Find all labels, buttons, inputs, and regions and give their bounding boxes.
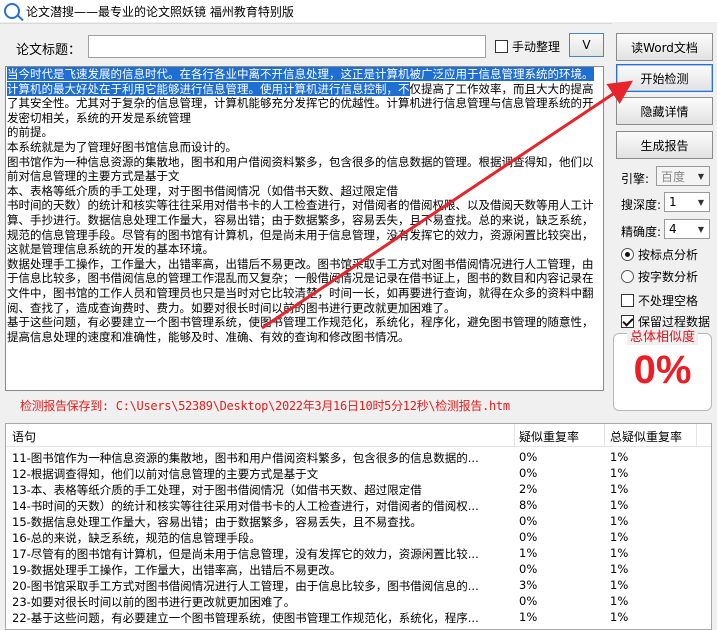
cell-total-similarity: 1% <box>610 594 629 608</box>
table-row[interactable]: 17-尽管有的图书馆有计算机，但是尚未用于信息管理，没有发挥它的效力，资源闲置比… <box>6 545 711 561</box>
column-header-total-similarity: 总疑似重复率 <box>610 430 683 444</box>
no-space-label: 不处理空格 <box>638 294 699 308</box>
radio-by-punctuation[interactable]: 按标点分析 <box>621 246 698 263</box>
chevron-down-icon: ▼ <box>697 224 705 234</box>
cell-similarity: 0% <box>519 450 538 464</box>
report-save-path: 检测报告保存到: C:\Users\52389\Desktop\2022年3月1… <box>20 397 510 414</box>
precision-select[interactable]: 4 ▼ <box>664 219 710 239</box>
radio-button[interactable] <box>621 248 634 261</box>
magnifier-app-icon <box>4 3 20 19</box>
cell-sentence: 20-图书馆采取手工方式对图书借阅情况进行人工管理，由于信息比较多，图书借阅信息… <box>12 579 479 593</box>
title-label: 论文标题： <box>16 43 82 58</box>
radio-by-punctuation-label: 按标点分析 <box>638 248 699 262</box>
radio-button[interactable] <box>621 270 634 283</box>
cell-total-similarity: 1% <box>610 546 629 560</box>
engine-value: 百度 <box>661 169 686 184</box>
title-bar: 论文潜搜——最专业的论文照妖镜 福州教育特别版 <box>0 0 717 22</box>
manual-tidy-box[interactable] <box>495 40 508 53</box>
hide-details-button[interactable]: 隐藏详情 <box>616 97 713 125</box>
cell-similarity: 0% <box>519 530 538 544</box>
report-save-label: 检测报告保存到: <box>20 399 109 413</box>
v-button[interactable]: V <box>569 33 604 57</box>
table-row[interactable]: 11-图书馆作为一种信息资源的集散地，图书和用户借阅资料繁多，包含很多的信息数据… <box>6 449 711 465</box>
cell-similarity: 1% <box>519 546 538 560</box>
cell-sentence: 19-数据处理手工操作，工作量大，出错率高，出错后不易更改。 <box>12 563 342 577</box>
divider <box>0 23 612 24</box>
column-separator <box>514 424 515 447</box>
similarity-panel: 总体相似度 0% <box>613 330 712 411</box>
cell-total-similarity: 1% <box>610 450 629 464</box>
cell-total-similarity: 1% <box>610 466 629 480</box>
cell-sentence: 12-根据调查得知，他们以前对信息管理的主要方式是基于文 <box>12 467 319 481</box>
column-separator <box>604 424 605 447</box>
similarity-title: 总体相似度 <box>614 326 711 345</box>
cell-similarity: 8% <box>519 498 538 512</box>
engine-label: 引擎: <box>621 172 650 186</box>
depth-label: 搜深度: <box>621 198 662 212</box>
precision-label: 精确度: <box>621 225 662 239</box>
engine-select[interactable]: 百度 ▼ <box>656 166 710 186</box>
cell-total-similarity: 1% <box>610 562 629 576</box>
cell-total-similarity: 1% <box>610 578 629 592</box>
table-row[interactable]: 16-总的来说，缺乏系统，规范的信息管理手段。 0% 1% <box>6 529 711 545</box>
cell-similarity: 0% <box>519 466 538 480</box>
cell-similarity: 1% <box>519 610 538 624</box>
window-title: 论文潜搜——最专业的论文照妖镜 福州教育特别版 <box>26 4 294 19</box>
column-header-sentence: 语句 <box>12 430 37 444</box>
cell-total-similarity: 1% <box>610 482 629 496</box>
table-row[interactable]: 22-基于这些问题，有必要建立一个图书管理系统，使图书管理工作规范化，系统化，程… <box>6 609 711 625</box>
table-row[interactable]: 15-数据信息处理工作量大，容易出错；由于数据繁多，容易丢失，且不易查找。 0% 1… <box>6 513 711 529</box>
table-row[interactable]: 13-本、表格等纸介质的手工处理，对于图书借阅情况（如借书天数、超过限定借 2% 1… <box>6 481 711 497</box>
manual-tidy-checkbox[interactable]: 手动整理 <box>495 38 560 55</box>
paper-text-area[interactable]: 当今时代是飞速发展的信息时代。在各行各业中离不开信息处理，这正是计算机被广泛应用… <box>5 66 604 391</box>
column-header-similarity: 疑似重复率 <box>519 430 580 444</box>
read-word-button[interactable]: 读Word文档 <box>616 33 713 61</box>
table-row[interactable]: 23-如要对很长时间以前的图书进行更改就更加困难了。 0% 1% <box>6 593 711 609</box>
chevron-down-icon: ▼ <box>697 197 705 207</box>
table-row[interactable]: 19-数据处理手工操作，工作量大，出错率高，出错后不易更改。 0% 1% <box>6 561 711 577</box>
table-header: 语句 疑似重复率 总疑似重复率 <box>6 424 711 447</box>
table-row[interactable]: 12-根据调查得知，他们以前对信息管理的主要方式是基于文 0% 1% <box>6 465 711 481</box>
cell-sentence: 14-书时间的天数）的统计和核实等往往采用对借书卡的人工检查进行，对借阅者的借阅… <box>12 499 479 513</box>
table-row[interactable]: 14-书时间的天数）的统计和核实等往往采用对借书卡的人工检查进行，对借阅者的借阅… <box>6 497 711 513</box>
cell-sentence: 11-图书馆作为一种信息资源的集散地，图书和用户借阅资料繁多，包含很多的信息数据… <box>12 451 479 465</box>
manual-tidy-label: 手动整理 <box>512 40 561 54</box>
chevron-down-icon: ▼ <box>697 171 705 181</box>
report-path: C:\Users\52389\Desktop\2022年3月16日10时5分12… <box>115 399 510 413</box>
cell-similarity: 0% <box>519 594 538 608</box>
radio-by-char-count-label: 按字数分析 <box>638 270 699 284</box>
cell-sentence: 23-如要对很长时间以前的图书进行更改就更加困难了。 <box>12 595 296 609</box>
cell-similarity: 3% <box>519 578 538 592</box>
cell-total-similarity: 1% <box>610 498 629 512</box>
cell-sentence: 22-基于这些问题，有必要建立一个图书管理系统，使图书管理工作规范化，系统化，程… <box>12 611 479 625</box>
title-input[interactable] <box>88 35 486 58</box>
cell-total-similarity: 1% <box>610 610 629 624</box>
no-space-box[interactable] <box>621 294 634 307</box>
no-space-checkbox[interactable]: 不处理空格 <box>621 292 698 309</box>
radio-by-char-count[interactable]: 按字数分析 <box>621 268 698 285</box>
precision-value: 4 <box>669 222 677 236</box>
similarity-value: 0% <box>633 348 692 392</box>
cell-sentence: 15-数据信息处理工作量大，容易出错；由于数据繁多，容易丢失，且不易查找。 <box>12 515 422 529</box>
table-row[interactable]: 20-图书馆采取手工方式对图书借阅情况进行人工管理，由于信息比较多，图书借阅信息… <box>6 577 711 593</box>
cell-sentence: 17-尽管有的图书馆有计算机，但是尚未用于信息管理，没有发挥它的效力，资源闲置比… <box>12 547 479 561</box>
results-table[interactable]: 语句 疑似重复率 总疑似重复率 11-图书馆作为一种信息资源的集散地，图书和用户… <box>5 423 712 630</box>
generate-report-button[interactable]: 生成报告 <box>616 131 713 159</box>
start-check-button[interactable]: 开始检测 <box>616 64 713 92</box>
cell-total-similarity: 1% <box>610 514 629 528</box>
cell-total-similarity: 1% <box>610 530 629 544</box>
cell-sentence: 16-总的来说，缺乏系统，规范的信息管理手段。 <box>12 531 261 545</box>
depth-select[interactable]: 1 ▼ <box>664 192 710 212</box>
depth-value: 1 <box>669 195 677 209</box>
column-separator <box>696 424 697 447</box>
cell-similarity: 0% <box>519 514 538 528</box>
cell-sentence: 13-本、表格等纸介质的手工处理，对于图书借阅情况（如借书天数、超过限定借 <box>12 483 422 497</box>
body-text: 仅提高了工作效率，而且大大的提高了其安全性。尤其对于复杂的信息管理，计算机能够充… <box>7 81 594 344</box>
cell-similarity: 2% <box>519 482 538 496</box>
cell-similarity: 0% <box>519 562 538 576</box>
